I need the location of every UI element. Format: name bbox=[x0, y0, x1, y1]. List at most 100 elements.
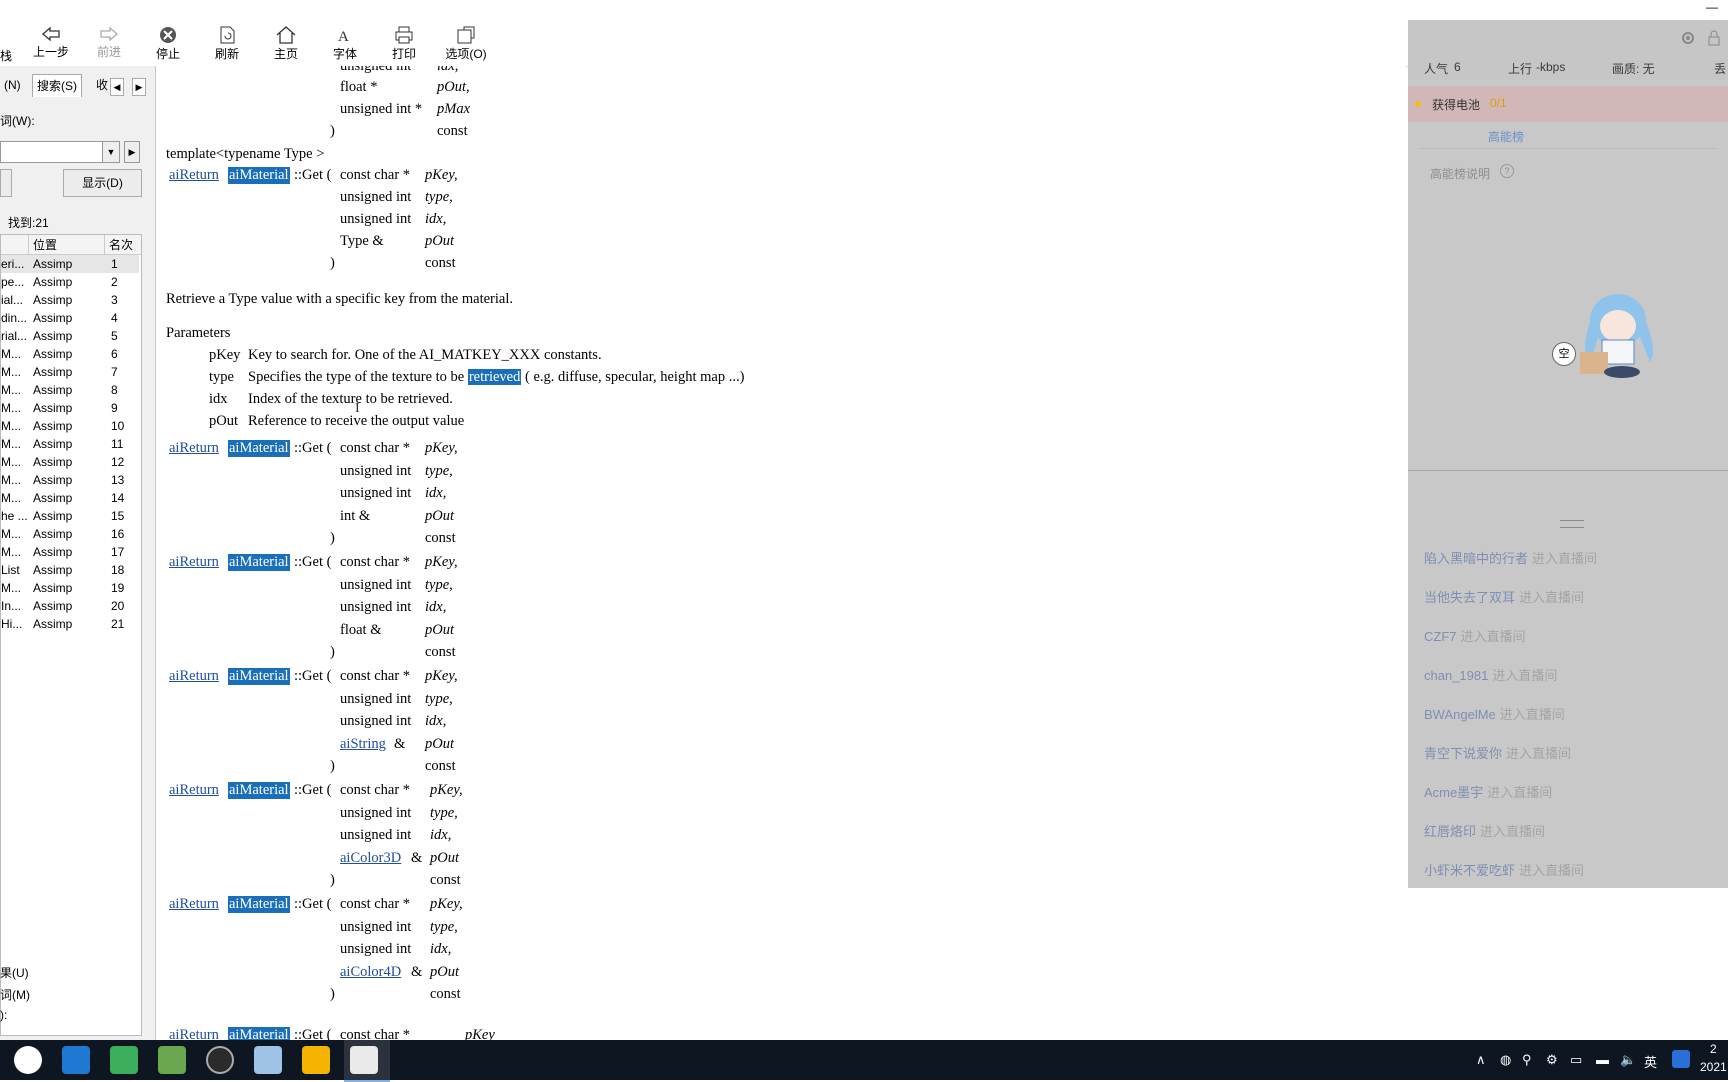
resize-grip-icon[interactable] bbox=[1560, 520, 1584, 528]
search-dropdown-chevron-icon[interactable]: ▼ bbox=[102, 142, 119, 162]
aireturn-link[interactable]: aiReturn bbox=[169, 668, 219, 685]
result-row[interactable]: List Assimp 18 bbox=[1, 561, 139, 579]
aireturn-link[interactable]: aiReturn bbox=[169, 167, 219, 184]
result-row[interactable]: M... Assimp 6 bbox=[1, 345, 139, 363]
param-type-link[interactable]: aiColor3D bbox=[340, 850, 401, 867]
chrome-icon[interactable] bbox=[14, 1046, 42, 1074]
option-match-similar-words[interactable]: 词(M) bbox=[0, 986, 30, 1003]
tab-favorites[interactable]: 收 bbox=[92, 74, 112, 96]
back-arrow-icon bbox=[42, 26, 60, 42]
result-row[interactable]: M... Assimp 9 bbox=[1, 399, 139, 417]
forward-button[interactable]: 前进 bbox=[84, 22, 134, 64]
display-button[interactable]: 显示(D) bbox=[63, 169, 142, 197]
chat-username[interactable]: chan_1981 bbox=[1424, 668, 1488, 683]
list-topics-button[interactable] bbox=[0, 169, 12, 197]
result-row[interactable]: Hi... Assimp 21 bbox=[1, 615, 139, 633]
refresh-button[interactable]: 刷新 bbox=[202, 22, 252, 64]
chat-username[interactable]: 陷入黑暗中的行者 bbox=[1424, 551, 1528, 566]
result-location: Assimp bbox=[33, 365, 73, 379]
column-location[interactable]: 位置 bbox=[29, 235, 105, 255]
font-button[interactable]: A 字体 bbox=[320, 22, 370, 64]
result-row[interactable]: M... Assimp 7 bbox=[1, 363, 139, 381]
aireturn-link[interactable]: aiReturn bbox=[169, 782, 219, 799]
app-icon[interactable] bbox=[110, 1046, 138, 1074]
photo-app-icon[interactable] bbox=[254, 1046, 282, 1074]
notepad-icon[interactable] bbox=[158, 1046, 186, 1074]
result-location: Assimp bbox=[33, 419, 73, 433]
param-type-link[interactable]: aiColor4D bbox=[340, 964, 401, 981]
aimaterial-highlight: aiMaterial bbox=[228, 896, 290, 913]
search-input[interactable]: ▼ bbox=[0, 141, 120, 163]
result-row[interactable]: M... Assimp 17 bbox=[1, 543, 139, 561]
result-row[interactable]: M... Assimp 8 bbox=[1, 381, 139, 399]
chat-username[interactable]: 当他失去了双耳 bbox=[1424, 590, 1515, 605]
result-row[interactable]: eri... Assimp 1 bbox=[1, 255, 139, 273]
clock-time[interactable]: 2 bbox=[1710, 1042, 1717, 1056]
aireturn-link[interactable]: aiReturn bbox=[169, 896, 219, 913]
tab-high-energy-ranking[interactable]: 高能榜 bbox=[1488, 128, 1524, 145]
result-row[interactable]: M... Assimp 13 bbox=[1, 471, 139, 489]
options-button[interactable]: 选项(O) bbox=[438, 22, 494, 64]
result-row[interactable]: M... Assimp 10 bbox=[1, 417, 139, 435]
result-row[interactable]: rial... Assimp 5 bbox=[1, 327, 139, 345]
bilibili-live-icon[interactable] bbox=[302, 1046, 330, 1074]
clock-date[interactable]: 2021 bbox=[1700, 1060, 1727, 1074]
result-row[interactable]: din... Assimp 4 bbox=[1, 309, 139, 327]
battery-value: 0/1 bbox=[1490, 96, 1507, 110]
battery-task-bar[interactable]: ✦ 获得电池 0/1 bbox=[1408, 86, 1728, 122]
tray-expand-icon[interactable]: ∧ bbox=[1476, 1052, 1486, 1068]
result-row[interactable]: M... Assimp 14 bbox=[1, 489, 139, 507]
result-title: M... bbox=[1, 401, 21, 415]
result-row[interactable]: ial... Assimp 3 bbox=[1, 291, 139, 309]
ranking-note-link[interactable]: 高能榜说明 bbox=[1430, 165, 1490, 182]
search-more-arrow-icon[interactable]: ▶ bbox=[124, 141, 140, 163]
aireturn-link[interactable]: aiReturn bbox=[169, 554, 219, 571]
option-search-titles[interactable]: ): bbox=[0, 1008, 7, 1022]
param-type-link[interactable]: aiString bbox=[340, 736, 386, 753]
battery-icon[interactable]: ▬ bbox=[1596, 1052, 1609, 1067]
column-rank[interactable]: 名次 bbox=[105, 235, 141, 255]
tray-qq-icon[interactable] bbox=[1672, 1050, 1690, 1068]
chat-username[interactable]: Acme墨宇 bbox=[1424, 785, 1483, 800]
browser-icon[interactable] bbox=[62, 1046, 90, 1074]
tab-index[interactable]: (N) bbox=[0, 74, 25, 96]
lock-icon[interactable] bbox=[1706, 30, 1722, 46]
ime-indicator[interactable]: 英 bbox=[1644, 1052, 1657, 1071]
aireturn-link[interactable]: aiReturn bbox=[169, 440, 219, 457]
result-rank: 14 bbox=[111, 491, 125, 505]
help-question-icon[interactable]: ? bbox=[1500, 164, 1514, 178]
param-name-label: idx bbox=[209, 391, 228, 407]
toolbar-edge-label[interactable]: 栈 bbox=[0, 47, 12, 64]
result-row[interactable]: In... Assimp 20 bbox=[1, 597, 139, 615]
tab-search[interactable]: 搜索(S) bbox=[32, 74, 82, 97]
chat-username[interactable]: CZF7 bbox=[1424, 629, 1457, 644]
obs-icon[interactable] bbox=[206, 1046, 234, 1074]
minimize-button[interactable]: — bbox=[1706, 0, 1718, 14]
aireturn-link[interactable]: aiReturn bbox=[169, 1027, 219, 1040]
tray-search-icon[interactable]: ⚲ bbox=[1522, 1052, 1532, 1068]
home-button[interactable]: 主页 bbox=[261, 22, 311, 64]
settings-gear-icon[interactable] bbox=[1680, 30, 1696, 46]
column-title[interactable] bbox=[1, 235, 29, 255]
tab-scroll-left-icon[interactable]: ◀ bbox=[110, 78, 124, 96]
stop-button[interactable]: 停止 bbox=[143, 22, 193, 64]
result-row[interactable]: M... Assimp 19 bbox=[1, 579, 139, 597]
result-location: Assimp bbox=[33, 257, 73, 271]
chat-username[interactable]: 小虾米不爱吃虾 bbox=[1424, 863, 1515, 878]
chat-username[interactable]: BWAngelMe bbox=[1424, 707, 1496, 722]
result-row[interactable]: he ... Assimp 15 bbox=[1, 507, 139, 525]
chat-username[interactable]: 青空下说爱你 bbox=[1424, 746, 1502, 761]
result-row[interactable]: M... Assimp 12 bbox=[1, 453, 139, 471]
volume-icon[interactable]: 🔈 bbox=[1620, 1052, 1636, 1068]
option-previous-results[interactable]: 果(U) bbox=[0, 964, 29, 981]
tray-app-icon[interactable]: ◍ bbox=[1500, 1052, 1511, 1068]
back-button[interactable]: 上一步 bbox=[26, 22, 76, 64]
print-button[interactable]: 打印 bbox=[379, 22, 429, 64]
result-row[interactable]: M... Assimp 16 bbox=[1, 525, 139, 543]
network-icon[interactable]: ▭ bbox=[1570, 1052, 1582, 1068]
chat-username[interactable]: 红唇烙印 bbox=[1424, 824, 1476, 839]
result-row[interactable]: pe... Assimp 2 bbox=[1, 273, 139, 291]
tray-network-tool-icon[interactable]: ⚙ bbox=[1546, 1052, 1558, 1068]
tab-scroll-right-icon[interactable]: ▶ bbox=[132, 78, 146, 96]
result-row[interactable]: M... Assimp 11 bbox=[1, 435, 139, 453]
